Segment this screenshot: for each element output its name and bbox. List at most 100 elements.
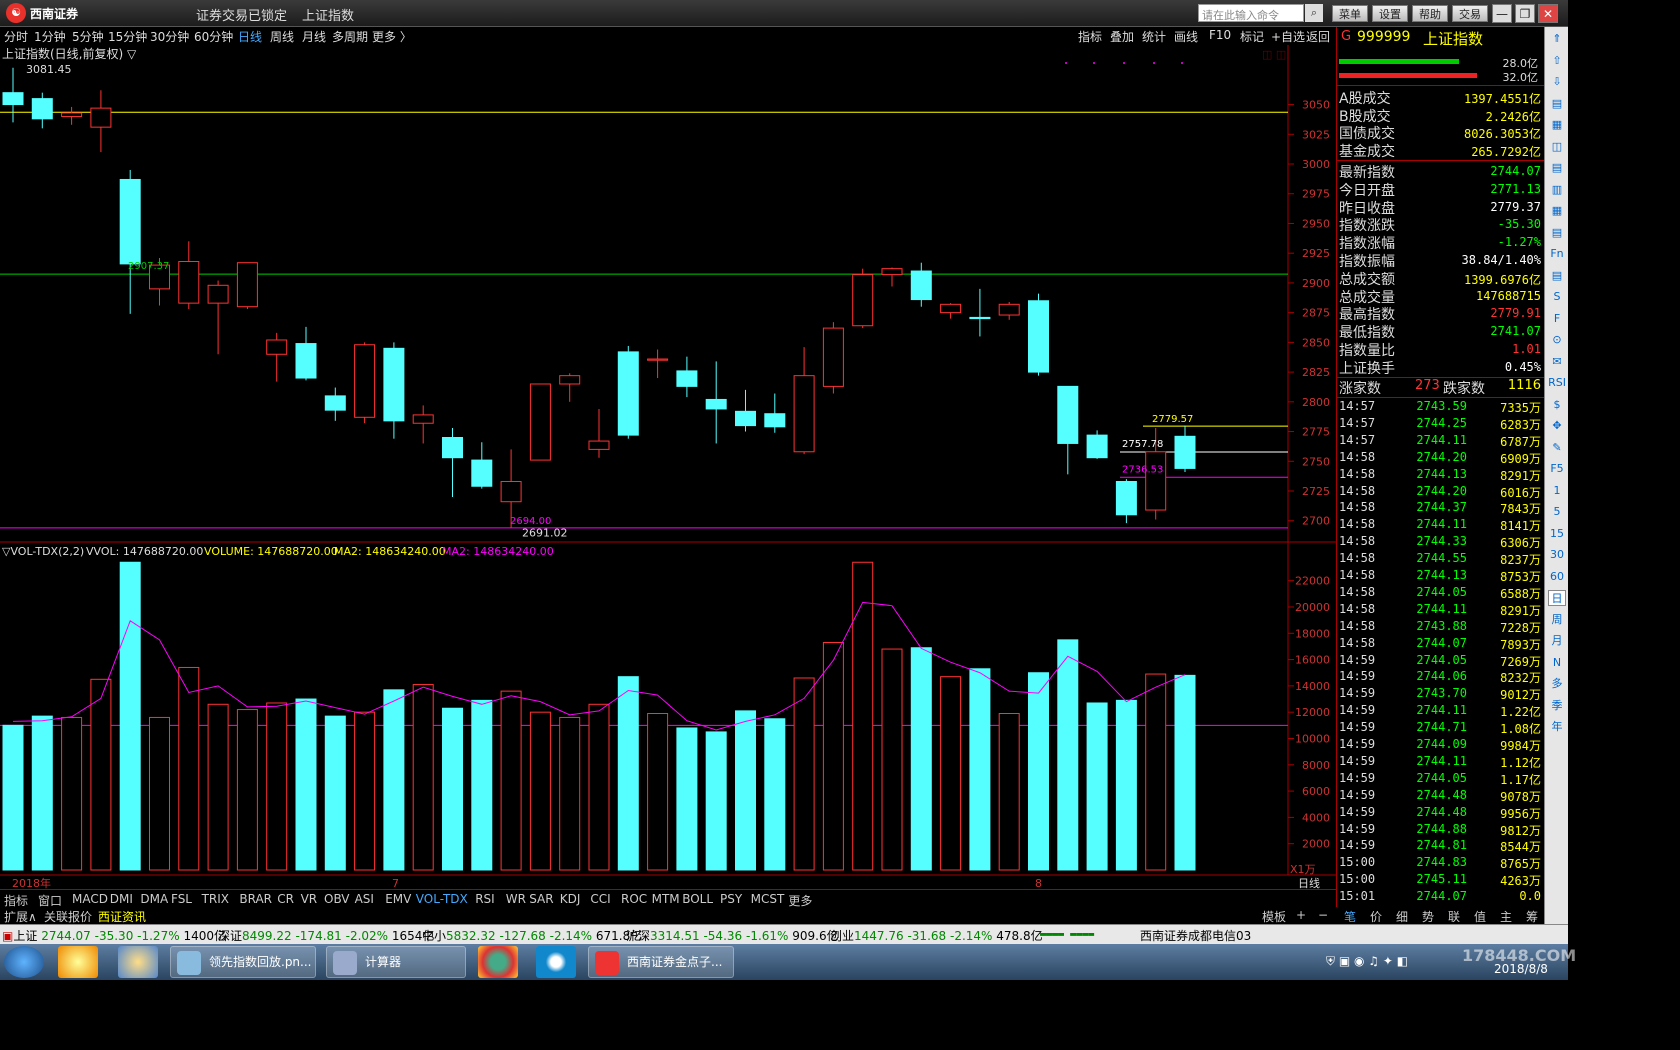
status-hs[interactable]: 沪深3314.51 -54.36 -1.61% 909.6亿 bbox=[626, 927, 839, 944]
side-tool-20[interactable]: F5 bbox=[1548, 461, 1566, 477]
volume-bar-27[interactable] bbox=[793, 677, 815, 871]
period-tab-2[interactable]: 5分钟 bbox=[72, 28, 104, 45]
indicator-tab-18[interactable]: CCI bbox=[590, 892, 610, 906]
volume-bar-3[interactable] bbox=[90, 678, 112, 871]
volume-bar-7[interactable] bbox=[207, 703, 229, 871]
tick-row[interactable]: 14:57 2743.59 7335万 bbox=[1339, 399, 1543, 416]
tick-row[interactable]: 14:59 2744.48 9078万 bbox=[1339, 788, 1543, 805]
chart-tool-5[interactable]: 标记 bbox=[1240, 28, 1264, 45]
vol-indicator-name[interactable]: ▽VOL-TDX(2,2) bbox=[2, 545, 84, 558]
side-tool-12[interactable]: S bbox=[1548, 289, 1566, 305]
status-sh[interactable]: ▣上证 2744.07 -35.30 -1.27% 1400亿 bbox=[2, 927, 226, 944]
tick-row[interactable]: 14:58 2744.37 7843万 bbox=[1339, 500, 1543, 517]
tick-row[interactable]: 14:57 2744.25 6283万 bbox=[1339, 416, 1543, 433]
side-tool-9[interactable]: ▤ bbox=[1548, 225, 1566, 241]
volume-bar-24[interactable] bbox=[705, 731, 727, 871]
group-icon[interactable]: G bbox=[1341, 29, 1351, 44]
side-tool-5[interactable]: ◫ bbox=[1548, 139, 1566, 155]
indicator-tab-15[interactable]: WR bbox=[506, 892, 526, 906]
volume-bar-21[interactable] bbox=[617, 676, 639, 871]
indicator-tab-23[interactable]: MCST bbox=[751, 892, 785, 906]
volume-bar-33[interactable] bbox=[969, 668, 991, 871]
kline-chart[interactable]: 3050 3025 3000 2975 2950 2925 2900 2875 2850 2825… bbox=[0, 45, 1336, 889]
side-tool-19[interactable]: ✎ bbox=[1548, 440, 1566, 456]
command-input[interactable]: 请在此输入命令 bbox=[1198, 4, 1304, 22]
menu-button[interactable]: 菜单 bbox=[1332, 5, 1368, 22]
side-tool-27[interactable]: 周 bbox=[1548, 612, 1566, 628]
indicator-tab-9[interactable]: VR bbox=[301, 892, 318, 906]
candle-8[interactable] bbox=[236, 262, 258, 310]
period-tab-6[interactable]: 日线 bbox=[238, 28, 262, 45]
chart-tool-6[interactable]: +自选 bbox=[1271, 28, 1305, 45]
news-tab[interactable]: 西证资讯 bbox=[98, 908, 146, 925]
tick-row[interactable]: 14:58 2744.20 6909万 bbox=[1339, 450, 1543, 467]
chrome-icon[interactable] bbox=[478, 946, 518, 978]
volume-bar-4[interactable] bbox=[119, 561, 141, 871]
indicator-tab-7[interactable]: BRAR bbox=[239, 892, 272, 906]
task-calculator[interactable]: 计算器 bbox=[326, 946, 466, 978]
tick-row[interactable]: 14:58 2744.20 6016万 bbox=[1339, 484, 1543, 501]
side-tool-16[interactable]: RSI bbox=[1548, 375, 1566, 391]
tick-row[interactable]: 14:59 2744.05 1.17亿 bbox=[1339, 771, 1543, 788]
volume-bar-35[interactable] bbox=[1028, 672, 1049, 871]
quote-tab-7[interactable]: 筹 bbox=[1526, 908, 1538, 925]
candle-21[interactable] bbox=[617, 345, 639, 439]
indicator-tab-16[interactable]: SAR bbox=[529, 892, 553, 906]
side-tool-4[interactable]: ▦ bbox=[1548, 117, 1566, 133]
indicator-tab-22[interactable]: PSY bbox=[720, 892, 742, 906]
status-sz[interactable]: 深证8499.22 -174.81 -2.02% 1654亿 bbox=[218, 927, 434, 944]
tick-row[interactable]: 14:58 2744.11 8291万 bbox=[1339, 602, 1543, 619]
indicator-tab-2[interactable]: MACD bbox=[72, 892, 108, 906]
indicator-tab-19[interactable]: ROC bbox=[621, 892, 647, 906]
event-marker-1[interactable] bbox=[1093, 62, 1095, 64]
indicator-tab-17[interactable]: KDJ bbox=[560, 892, 581, 906]
chart-tool-4[interactable]: F10 bbox=[1209, 28, 1231, 42]
tick-row[interactable]: 14:58 2744.05 6588万 bbox=[1339, 585, 1543, 602]
volume-bar-15[interactable] bbox=[442, 707, 463, 871]
indicator-tab-11[interactable]: ASI bbox=[355, 892, 374, 906]
indicator-tab-13[interactable]: VOL-TDX bbox=[416, 892, 468, 906]
status-cy[interactable]: 创业1447.76 -31.68 -2.14% 478.8亿 bbox=[830, 927, 1043, 944]
volume-bar-29[interactable] bbox=[852, 561, 874, 871]
broker-server[interactable]: 西南证券成都电信03 bbox=[1140, 927, 1251, 944]
candle-28[interactable] bbox=[822, 322, 844, 394]
side-tool-24[interactable]: 30 bbox=[1548, 547, 1566, 563]
volume-bar-26[interactable] bbox=[764, 718, 786, 871]
side-tool-2[interactable]: ⇩ bbox=[1548, 74, 1566, 90]
help-button[interactable]: 帮助 bbox=[1412, 5, 1448, 22]
browser-pin-icon[interactable] bbox=[118, 946, 158, 978]
candle-12[interactable] bbox=[354, 342, 376, 424]
layout-icon[interactable]: ◫ ◫ bbox=[1262, 48, 1286, 61]
side-tool-3[interactable]: ▤ bbox=[1548, 96, 1566, 112]
indicator-tab-8[interactable]: CR bbox=[277, 892, 294, 906]
volume-bar-8[interactable] bbox=[236, 709, 258, 871]
event-marker-0[interactable] bbox=[1065, 62, 1067, 64]
side-tool-15[interactable]: ✉ bbox=[1548, 354, 1566, 370]
volume-bar-10[interactable] bbox=[295, 698, 317, 871]
side-tool-7[interactable]: ▥ bbox=[1548, 182, 1566, 198]
side-tool-11[interactable]: ▤ bbox=[1548, 268, 1566, 284]
chart-tool-2[interactable]: 统计 bbox=[1142, 28, 1166, 45]
volume-bar-14[interactable] bbox=[412, 684, 434, 871]
indicator-tab-6[interactable]: TRIX bbox=[202, 892, 229, 906]
side-tool-13[interactable]: F bbox=[1548, 311, 1566, 327]
trade-button[interactable]: 交易 bbox=[1452, 5, 1488, 22]
tick-row[interactable]: 14:59 2744.05 7269万 bbox=[1339, 653, 1543, 670]
candle-29[interactable] bbox=[852, 268, 874, 329]
event-marker-4[interactable] bbox=[1181, 62, 1183, 64]
chart-tool-7[interactable]: 返回 bbox=[1306, 28, 1330, 45]
volume-bar-9[interactable] bbox=[266, 702, 288, 871]
side-tool-6[interactable]: ▤ bbox=[1548, 160, 1566, 176]
period-tab-4[interactable]: 30分钟 bbox=[150, 28, 189, 45]
tick-row[interactable]: 14:59 2744.11 1.12亿 bbox=[1339, 754, 1543, 771]
start-icon[interactable] bbox=[4, 946, 44, 978]
indicator-tab-14[interactable]: RSI bbox=[475, 892, 495, 906]
quote-tab-5[interactable]: 值 bbox=[1474, 908, 1486, 925]
status-zx[interactable]: 中小5832.32 -127.68 -2.14% 671.8亿 bbox=[422, 927, 642, 944]
side-tool-1[interactable]: ⇧ bbox=[1548, 53, 1566, 69]
add-window-button[interactable]: + bbox=[1296, 908, 1306, 922]
candle-18[interactable] bbox=[529, 383, 551, 461]
tray-icons[interactable]: ⛨ ▣ ◉ ♫ ✦ ◧ bbox=[1326, 954, 1408, 969]
volume-bar-38[interactable] bbox=[1115, 699, 1137, 871]
indicator-tab-3[interactable]: DMI bbox=[110, 892, 133, 906]
